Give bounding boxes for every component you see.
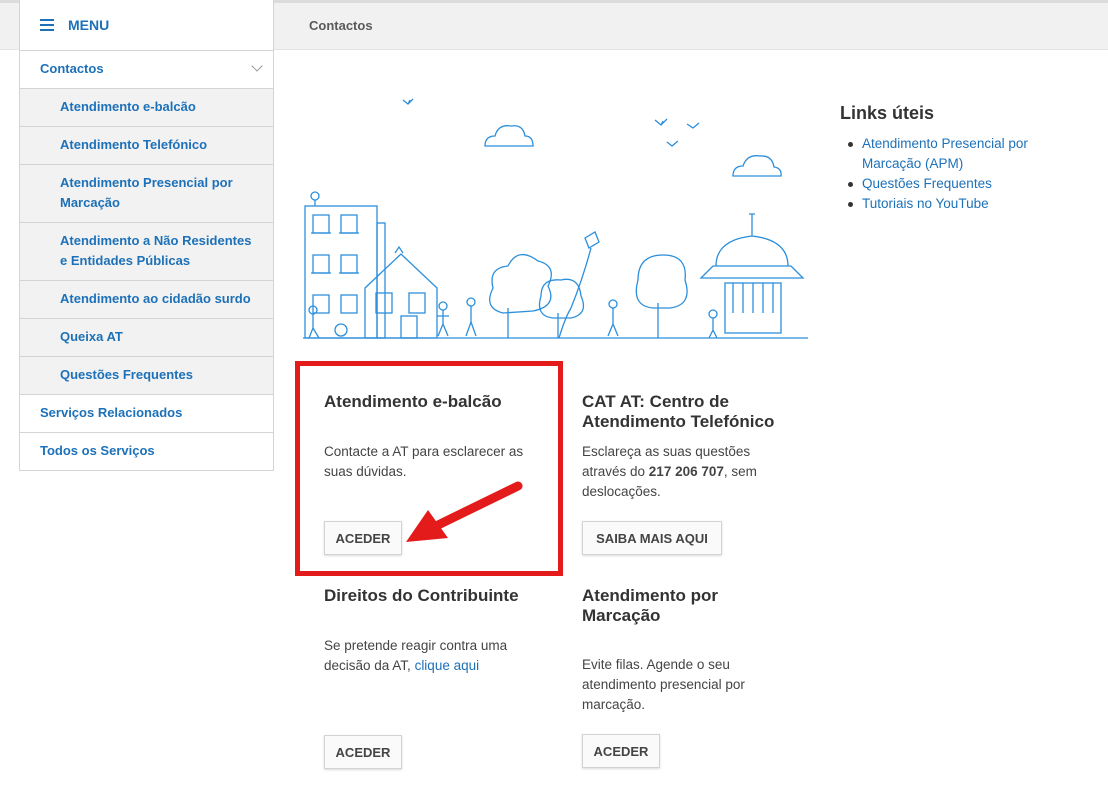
- sidebar-item-questoes-frequentes[interactable]: Questões Frequentes: [20, 357, 273, 395]
- card-title: Atendimento por Marcação: [582, 586, 718, 625]
- sidebar-item-contactos[interactable]: Contactos: [20, 51, 273, 89]
- link-tutoriais-youtube[interactable]: Tutoriais no YouTube: [848, 194, 1080, 214]
- menu-toggle[interactable]: MENU: [20, 0, 273, 51]
- sidebar-item-atendimento-ebalcao[interactable]: Atendimento e-balcão: [20, 89, 273, 127]
- phone-number: 217 206 707: [648, 464, 724, 479]
- sidebar-item-todos-servicos[interactable]: Todos os Serviços: [20, 433, 273, 470]
- card-title: Direitos do Contribuinte: [324, 586, 519, 605]
- link-questoes-frequentes[interactable]: Questões Frequentes: [848, 174, 1080, 194]
- cat-saiba-mais-button[interactable]: SAIBA MAIS AQUI: [582, 521, 722, 555]
- card-text: Se pretende reagir contra uma decisão da…: [324, 638, 508, 673]
- card-text: Esclareça as suas questões através do 21…: [582, 444, 757, 499]
- direitos-aceder-button[interactable]: ACEDER: [324, 735, 402, 769]
- sidebar-item-atendimento-presencial[interactable]: Atendimento Presencial por Marcação: [20, 165, 273, 223]
- marcacao-aceder-button[interactable]: ACEDER: [582, 734, 660, 768]
- hamburger-icon: [40, 19, 54, 31]
- breadcrumb: Contactos: [309, 18, 373, 33]
- card-title: CAT AT: Centro de Atendimento Telefónico: [582, 392, 775, 431]
- menu-title: MENU: [68, 17, 110, 33]
- card-marcacao: Atendimento por Marcação Evite filas. Ag…: [582, 586, 782, 715]
- sidebar-menu: MENU Contactos Atendimento e-balcão Aten…: [19, 0, 274, 471]
- sidebar-item-servicos-relacionados[interactable]: Serviços Relacionados: [20, 395, 273, 433]
- sidebar-item-queixa-at[interactable]: Queixa AT: [20, 319, 273, 357]
- card-text: Evite filas. Agende o seu atendimento pr…: [582, 657, 745, 712]
- useful-links-title: Links úteis: [840, 103, 935, 123]
- sidebar-item-nao-residentes[interactable]: Atendimento a Não Residentes e Entidades…: [20, 223, 273, 281]
- sidebar-item-atendimento-telefonico[interactable]: Atendimento Telefónico: [20, 127, 273, 165]
- chevron-down-icon[interactable]: [251, 60, 263, 72]
- red-arrow: [406, 481, 523, 542]
- city-illustration: [303, 98, 808, 339]
- card-cat-at: CAT AT: Centro de Atendimento Telefónico…: [582, 392, 792, 502]
- sidebar-item-cidadao-surdo[interactable]: Atendimento ao cidadão surdo: [20, 281, 273, 319]
- card-direitos: Direitos do Contribuinte Se pretende rea…: [324, 586, 549, 676]
- clique-aqui-link[interactable]: clique aqui: [415, 658, 480, 673]
- link-apm[interactable]: Atendimento Presencial por Marcação (APM…: [848, 134, 1080, 174]
- useful-links: Links úteis Atendimento Presencial por M…: [840, 103, 1080, 214]
